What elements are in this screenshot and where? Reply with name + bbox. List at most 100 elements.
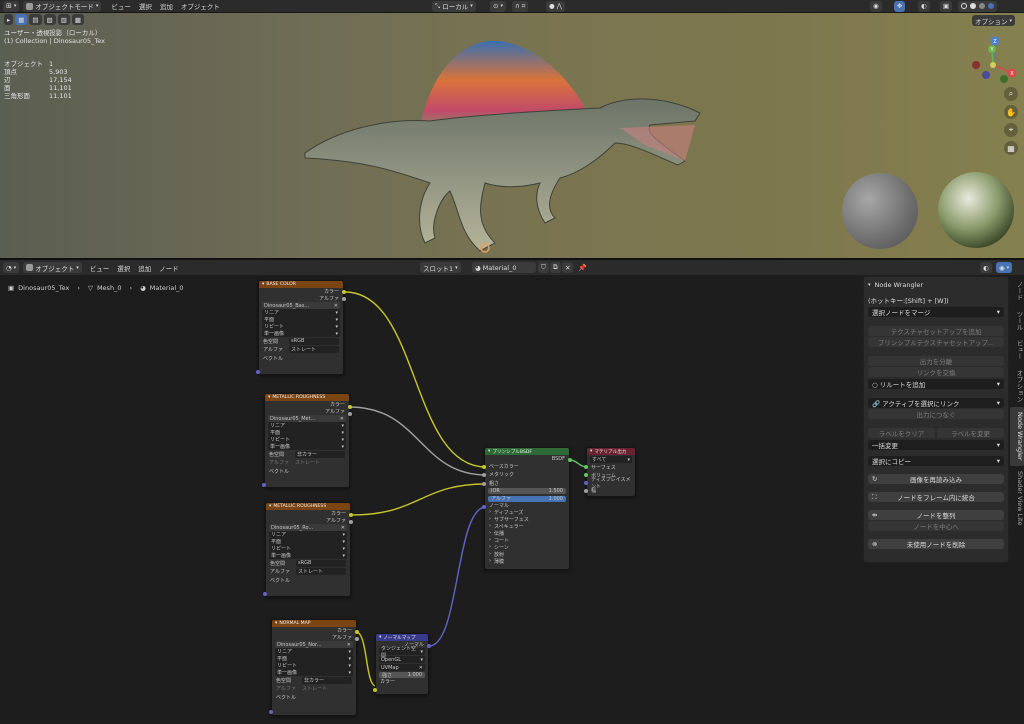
image-texture-node-roughness[interactable]: ▾ METALLIC ROUGHNESS カラー アルファ Dinosaur05_…: [265, 502, 351, 597]
zoom-icon[interactable]: ⌕: [1004, 87, 1018, 101]
colorspace-dropdown[interactable]: 非カラー: [302, 676, 352, 684]
socket-surface-in[interactable]: [584, 465, 588, 469]
alpha-mode-dropdown[interactable]: ストレート: [296, 568, 346, 576]
socket-color-in[interactable]: [373, 688, 377, 692]
socket-bsdf-out[interactable]: [568, 458, 572, 462]
fake-user-button[interactable]: ⛉: [538, 262, 549, 273]
projection-dropdown[interactable]: 平面 ▾: [275, 655, 353, 662]
socket-alpha-out[interactable]: [355, 637, 359, 641]
close-icon[interactable]: ✕: [347, 642, 351, 648]
image-texture-node-normal[interactable]: ▾ NORMAL MAP カラー アルファ Dinosaur05_Nor... ✕ …: [271, 619, 357, 716]
menu-add[interactable]: 追加: [134, 263, 155, 273]
select-box-invert-button[interactable]: ▨: [57, 14, 70, 25]
alpha-mode-dropdown[interactable]: ストレート: [289, 346, 339, 354]
center-nodes-button[interactable]: ノードを中心へ: [868, 521, 1004, 531]
socket-color-out[interactable]: [349, 513, 353, 517]
panel-subsurface[interactable]: › サブサーフェス: [485, 516, 569, 523]
material-name-field[interactable]: Material_0: [483, 264, 517, 272]
editor-type-button[interactable]: ◔ ▾: [3, 262, 20, 273]
visibility-dropdown[interactable]: ◉: [870, 0, 882, 12]
material-output-node[interactable]: ▾ マテリアル出力 すべて ▾ サーフェス ボリューム ディスプレイスメント 幅: [586, 447, 636, 497]
swap-links-button[interactable]: リンクを交換: [868, 367, 1004, 377]
pin-icon[interactable]: 📌: [578, 264, 587, 272]
colorspace-dropdown[interactable]: 非カラー: [295, 450, 345, 458]
panel-diffuse[interactable]: › ディフューズ: [485, 509, 569, 516]
grid-perspective-icon[interactable]: ▦: [1004, 141, 1018, 155]
interpolation-dropdown[interactable]: リニア ▾: [275, 648, 353, 655]
node-header[interactable]: ▾ NORMAL MAP: [272, 620, 356, 627]
socket-vector-in[interactable]: [263, 592, 267, 596]
3d-viewport[interactable]: ▸ ▦ ▤ ▧ ▨ ▩ ユーザー・透視投影（ローカル） (1) Collecti…: [0, 13, 1024, 258]
socket-alpha-out[interactable]: [342, 297, 346, 301]
socket-vector-in[interactable]: [269, 710, 273, 714]
interpolation-dropdown[interactable]: リニア ▾: [269, 531, 347, 538]
add-texture-setup-button[interactable]: テクスチャセットアップを追加: [868, 326, 1004, 336]
select-box-extend-button[interactable]: ▤: [29, 14, 42, 25]
slot-dropdown[interactable]: スロット1 ▾: [420, 262, 461, 273]
socket-vector-in[interactable]: [262, 483, 266, 487]
normal-map-node[interactable]: ▾ ノーマルマップ ノーマル タンジェント空間 ▾ OpenGL ▾ UVMap ✕ 強…: [375, 633, 429, 695]
image-selector[interactable]: Dinosaur05_Bas... ✕: [262, 302, 340, 309]
panel-specular[interactable]: › スペキュラー: [485, 523, 569, 530]
socket-alpha-out[interactable]: [348, 412, 352, 416]
image-texture-node-base-color[interactable]: ▾ BASE COLOR カラー アルファ Dinosaur05_Bas... ✕ …: [258, 280, 344, 375]
select-box-subtract-button[interactable]: ▧: [43, 14, 56, 25]
socket-base-color-in[interactable]: [482, 465, 486, 469]
xray-toggle[interactable]: ▣: [940, 0, 953, 12]
close-icon[interactable]: ✕: [334, 303, 338, 309]
overlay-toggle[interactable]: ◐: [918, 0, 930, 12]
socket-thickness-in[interactable]: [584, 489, 588, 493]
extension-dropdown[interactable]: リピート ▾: [268, 436, 346, 443]
image-selector[interactable]: Dinosaur05_Nor... ✕: [275, 641, 353, 648]
tab-node[interactable]: ノード: [1010, 276, 1024, 306]
select-box-intersect-button[interactable]: ▩: [71, 14, 85, 25]
navigation-gizmo[interactable]: Z X Y: [968, 35, 1018, 85]
interpolation-dropdown[interactable]: リニア ▾: [262, 309, 340, 316]
socket-roughness-in[interactable]: [482, 482, 486, 486]
material-shading-icon[interactable]: [979, 3, 985, 9]
proportional-edit-dropdown[interactable]: ● ⋀: [546, 0, 566, 12]
add-principled-setup-button[interactable]: プリンシプルテクスチャセットアップ...: [868, 337, 1004, 347]
delete-unused-nodes-button[interactable]: ⊗ 未使用ノードを削除: [868, 539, 1004, 549]
menu-view[interactable]: ビュー: [86, 263, 114, 273]
socket-normal-out[interactable]: [427, 644, 431, 648]
link-active-dropdown[interactable]: 🔗 アクティブを選択にリンク ▾: [868, 398, 1004, 408]
space-dropdown[interactable]: タンジェント空間 ▾: [379, 646, 425, 659]
shading-buttons[interactable]: [958, 0, 997, 12]
backdrop-toggle[interactable]: ◉ ▾: [996, 262, 1013, 273]
image-selector[interactable]: Dinosaur05_Met... ✕: [268, 415, 346, 422]
alpha-mode-dropdown[interactable]: ストレート: [295, 459, 345, 466]
source-dropdown[interactable]: 単一画像 ▾: [275, 669, 353, 676]
image-texture-node-metallic[interactable]: ▾ METALLIC ROUGHNESS カラー アルファ Dinosaur05_…: [264, 393, 350, 488]
socket-displacement-in[interactable]: [584, 481, 588, 485]
target-dropdown[interactable]: すべて ▾: [590, 456, 632, 463]
wireframe-shading-icon[interactable]: [961, 3, 967, 9]
extension-dropdown[interactable]: リピート ▾: [275, 662, 353, 669]
node-header[interactable]: ▾ マテリアル出力: [587, 448, 635, 455]
tab-view[interactable]: ビュー: [1010, 335, 1024, 365]
shader-type-dropdown[interactable]: オブジェクト ▾: [23, 262, 82, 273]
menu-add[interactable]: 追加: [156, 1, 177, 11]
projection-dropdown[interactable]: 平面 ▾: [268, 429, 346, 436]
duplicate-material-button[interactable]: ⧉: [550, 262, 561, 273]
align-nodes-button[interactable]: ⇹ ノードを整列: [868, 510, 1004, 520]
transform-orientation-dropdown[interactable]: ⤡ ローカル ▾: [432, 0, 476, 12]
copy-to-selected-dropdown[interactable]: 選択にコピー ▾: [868, 456, 1004, 466]
panel-sheen[interactable]: › シーン: [485, 544, 569, 551]
node-header[interactable]: ▾ METALLIC ROUGHNESS: [265, 394, 349, 401]
unlink-material-button[interactable]: ✕: [562, 262, 574, 273]
source-dropdown[interactable]: 単一画像 ▾: [268, 443, 346, 450]
editor-type-button[interactable]: ⊞ ▾: [3, 0, 20, 12]
colorspace-dropdown[interactable]: sRGB: [296, 559, 346, 567]
material-selector[interactable]: ◕ Material_0: [472, 262, 536, 273]
overlay-toggle[interactable]: ◐: [980, 262, 992, 273]
node-header[interactable]: ▾ METALLIC ROUGHNESS: [266, 503, 350, 510]
merge-nodes-dropdown[interactable]: 選択ノードをマージ ▾: [868, 307, 1004, 317]
menu-select[interactable]: 選択: [135, 1, 156, 11]
ior-slider[interactable]: IOR 1.500: [488, 487, 566, 494]
panel-emission[interactable]: › 放射: [485, 551, 569, 558]
reload-images-button[interactable]: ↻ 画像を再読み込み: [868, 474, 1004, 484]
socket-color-out[interactable]: [348, 405, 352, 409]
tab-options[interactable]: オプション: [1010, 365, 1024, 408]
panel-transmission[interactable]: › 伝播: [485, 530, 569, 537]
